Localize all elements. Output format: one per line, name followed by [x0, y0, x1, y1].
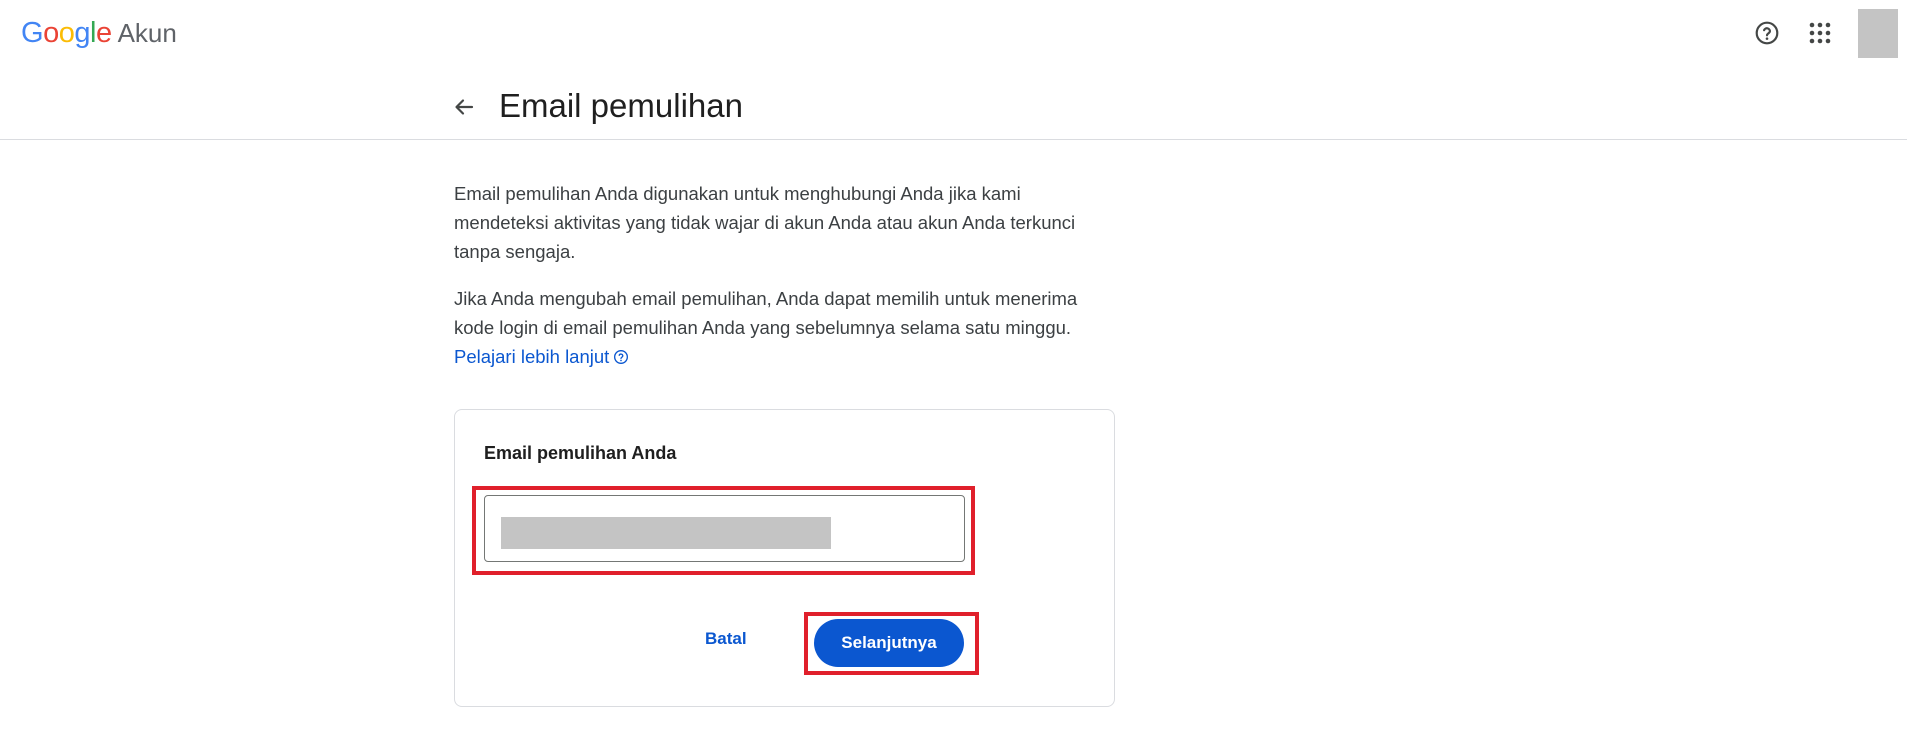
- google-logo: Google: [21, 17, 112, 49]
- description-text: Email pemulihan Anda digunakan untuk men…: [454, 183, 1076, 262]
- help-icon[interactable]: [1752, 18, 1782, 48]
- recovery-email-card: Email pemulihan Anda Batal Selanjutnya: [454, 409, 1115, 707]
- cancel-button[interactable]: Batal: [705, 629, 747, 649]
- google-account-logo[interactable]: Google Akun: [21, 17, 177, 50]
- learn-more-label: Pelajari lebih lanjut: [454, 346, 610, 367]
- page-header: Email pemulihan: [0, 68, 1907, 140]
- learn-more-link[interactable]: Pelajari lebih lanjut: [454, 346, 629, 367]
- page-title: Email pemulihan: [499, 87, 743, 124]
- apps-grid-icon[interactable]: [1805, 18, 1835, 48]
- change-info-body: Jika Anda mengubah email pemulihan, Anda…: [454, 288, 1078, 338]
- avatar[interactable]: [1858, 9, 1898, 58]
- logo-product-name: Akun: [117, 18, 177, 48]
- next-button[interactable]: Selanjutnya: [814, 619, 964, 667]
- top-bar: Google Akun: [0, 0, 1907, 68]
- back-arrow-icon[interactable]: [449, 92, 479, 122]
- recovery-email-label: Email pemulihan Anda: [484, 443, 677, 463]
- redacted-email-value: [501, 517, 831, 549]
- recovery-email-input[interactable]: [484, 495, 965, 562]
- change-info-text: Jika Anda mengubah email pemulihan, Anda…: [454, 284, 1114, 373]
- help-small-icon: [613, 344, 629, 373]
